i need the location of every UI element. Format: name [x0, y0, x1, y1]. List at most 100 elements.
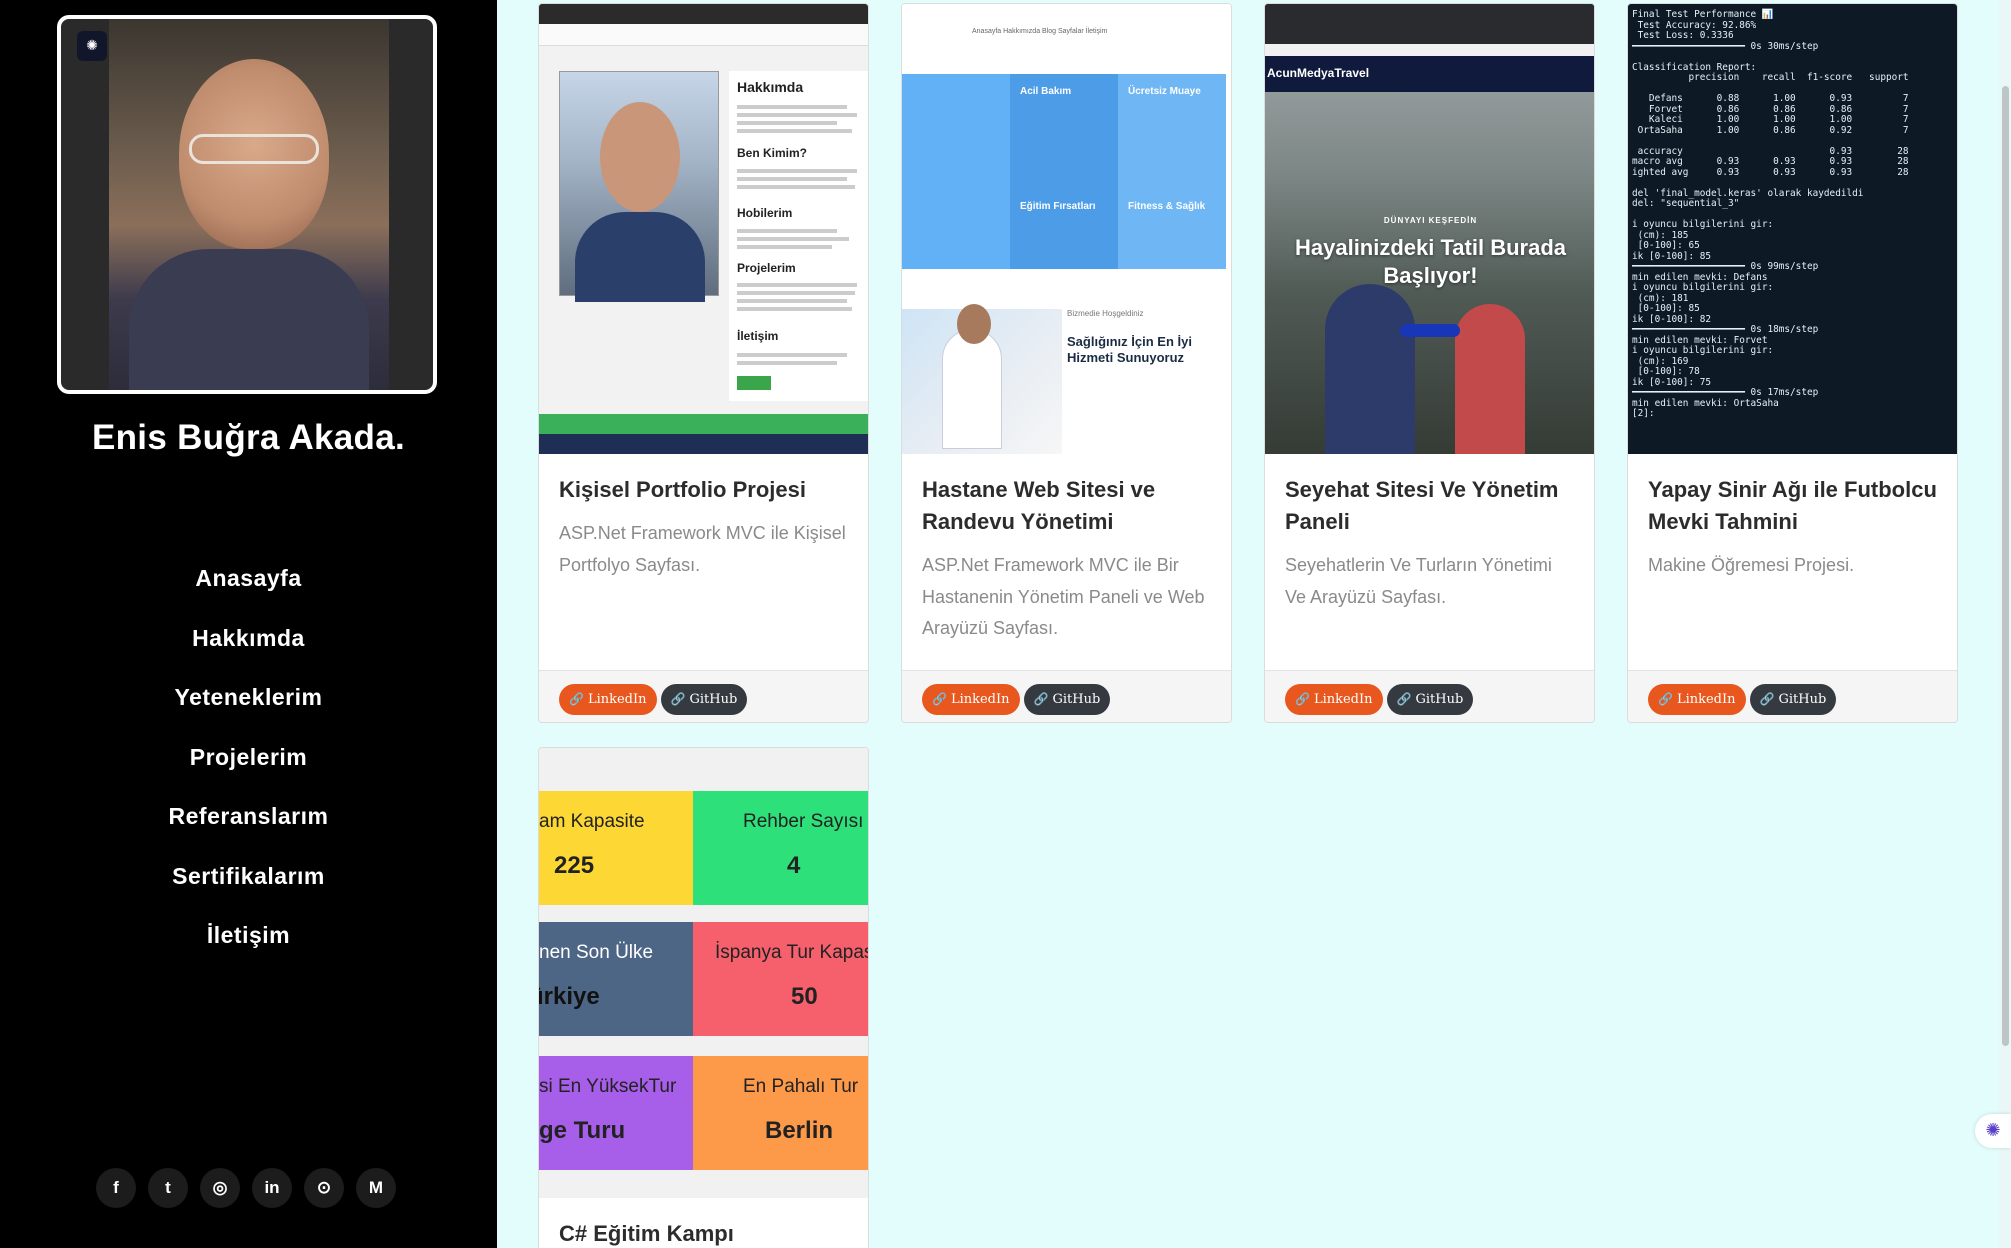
- stat-tile-value: 225: [554, 852, 595, 879]
- github-button-label: GitHub: [1415, 692, 1464, 707]
- main-nav: Anasayfa Hakkımda Yeteneklerim Projeleri…: [0, 558, 497, 975]
- thumb-service-title: Fitness & Sağlık: [1128, 201, 1206, 212]
- project-thumbnail[interactable]: am Kapasite 225 Rehber Sayısı 4 nen Son …: [539, 748, 868, 1198]
- thumb-brand: AcunMedyaTravel: [1267, 66, 1370, 80]
- project-card-body: C# Eğitim Kampı: [539, 1198, 868, 1248]
- linkedin-button[interactable]: 🔗 LinkedIn: [922, 684, 1020, 715]
- brain-icon[interactable]: ✺: [1975, 1114, 2011, 1148]
- project-card-footer: 🔗 LinkedIn 🔗 GitHub: [1265, 670, 1594, 722]
- profile-photo-frame: ✺: [57, 15, 437, 394]
- project-card-body: Hastane Web Sitesi ve Randevu Yönetimi A…: [902, 454, 1231, 670]
- project-description: ASP.Net Framework MVC ile Kişisel Portfo…: [559, 523, 846, 575]
- github-button[interactable]: 🔗 GitHub: [1749, 684, 1837, 715]
- scrollbar-thumb[interactable]: [2002, 86, 2009, 1046]
- project-card-travel: AcunMedyaTravel DÜNYAYI KEŞFEDİN Hayalin…: [1264, 3, 1595, 723]
- instagram-icon[interactable]: ◎: [200, 1168, 240, 1208]
- stat-tile-value: ge Turu: [539, 1117, 626, 1144]
- social-links: f t ◎ in ⊙ M: [96, 1168, 396, 1208]
- stat-tile-label: En Pahalı Tur: [743, 1076, 859, 1097]
- facebook-icon[interactable]: f: [96, 1168, 136, 1208]
- project-card-footer: 🔗 LinkedIn 🔗 GitHub: [1628, 670, 1957, 722]
- linkedin-button[interactable]: 🔗 LinkedIn: [1648, 684, 1746, 715]
- thumb-profile-photo: [559, 71, 719, 302]
- nav-link-anasayfa[interactable]: Anasayfa: [195, 565, 301, 591]
- linkedin-button-label: LinkedIn: [950, 692, 1010, 707]
- project-description: Seyehatlerin Ve Turların Yönetimi Ve Ara…: [1285, 555, 1552, 607]
- thumb-bookmarks-bar: [1265, 44, 1594, 56]
- nav-item-yeteneklerim: Yeteneklerim: [0, 677, 497, 737]
- stat-tile: En Pahalı Tur Berlin: [693, 1056, 868, 1170]
- brain-icon[interactable]: ✺: [77, 31, 107, 61]
- nav-item-referanslarim: Referanslarım: [0, 796, 497, 856]
- github-button[interactable]: 🔗 GitHub: [1386, 684, 1474, 715]
- stat-tile-label: nen Son Ülke: [539, 942, 654, 963]
- nav-item-iletisim: İletişim: [0, 915, 497, 975]
- project-thumbnail[interactable]: Hakkımda Ben Kimim? Hobilerim Projelerim…: [539, 4, 868, 454]
- thumb-heading: Hakkımda: [737, 79, 804, 95]
- project-card-footer: 🔗 LinkedIn 🔗 GitHub: [902, 670, 1231, 722]
- thumb-service-title: Eğitim Fırsatları: [1020, 201, 1096, 212]
- thumb-browser-bar: [1265, 4, 1594, 44]
- link-icon: 🔗: [1295, 692, 1310, 706]
- thumb-green-button: [737, 376, 771, 390]
- stat-tile: si En YüksekTur ge Turu: [539, 1056, 700, 1170]
- stat-tile: Rehber Sayısı 4: [693, 791, 868, 905]
- project-thumbnail[interactable]: AcunMedyaTravel DÜNYAYI KEŞFEDİN Hayalin…: [1265, 4, 1594, 454]
- github-button-label: GitHub: [1778, 692, 1827, 707]
- thumb-heading: İletişim: [737, 329, 779, 343]
- thumb-service-column: [902, 74, 1010, 269]
- linkedin-button[interactable]: 🔗 LinkedIn: [1285, 684, 1383, 715]
- stat-tile-value: 4: [787, 852, 801, 879]
- photo-shirt: [129, 249, 369, 390]
- nav-item-anasayfa: Anasayfa: [0, 558, 497, 618]
- project-title: Seyehat Sitesi Ve Yönetim Paneli: [1285, 477, 1559, 534]
- link-icon: 🔗: [1033, 692, 1049, 706]
- link-icon: 🔗: [1759, 692, 1775, 706]
- thumb-heading: Hobilerim: [737, 206, 793, 220]
- github-icon[interactable]: ⊙: [304, 1168, 344, 1208]
- linkedin-button[interactable]: 🔗 LinkedIn: [559, 684, 657, 715]
- nav-link-iletisim[interactable]: İletişim: [207, 922, 290, 948]
- author-name: Enis Buğra Akada.: [91, 418, 406, 457]
- stat-tile-value: ürkiye: [539, 983, 600, 1010]
- github-button[interactable]: 🔗 GitHub: [660, 684, 748, 715]
- link-icon: 🔗: [670, 692, 686, 706]
- nav-link-hakkimda[interactable]: Hakkımda: [192, 625, 305, 651]
- scrollbar-track[interactable]: [1999, 0, 2011, 1248]
- link-icon: 🔗: [1396, 692, 1412, 706]
- project-card-hospital: Anasayfa Hakkımızda Blog Sayfalar İletiş…: [901, 3, 1232, 723]
- thumb-service-title: Acil Bakım: [1020, 86, 1072, 97]
- project-card-csharp-camp: am Kapasite 225 Rehber Sayısı 4 nen Son …: [538, 747, 869, 1248]
- linkedin-icon[interactable]: in: [252, 1168, 292, 1208]
- linkedin-button-label: LinkedIn: [587, 692, 647, 707]
- thumb-about-panel: Hakkımda Ben Kimim? Hobilerim Projelerim…: [729, 71, 868, 401]
- project-card-body: Seyehat Sitesi Ve Yönetim Paneli Seyehat…: [1265, 454, 1594, 670]
- nav-item-projelerim: Projelerim: [0, 737, 497, 797]
- thumb-headline: Hayalinizdeki Tatil Burada Başlıyor!: [1294, 235, 1566, 288]
- medium-icon[interactable]: M: [356, 1168, 396, 1208]
- thumb-headline: Sağlığınız İçin En İyi Hizmeti Sunuyoruz: [1067, 334, 1192, 365]
- project-card-neural-net: Final Test Performance 📊 Test Accuracy: …: [1627, 3, 1958, 723]
- stat-tile: am Kapasite 225: [539, 791, 700, 905]
- project-card-body: Kişisel Portfolio Projesi ASP.Net Framew…: [539, 454, 868, 670]
- link-icon: 🔗: [569, 692, 584, 706]
- nav-link-projelerim[interactable]: Projelerim: [190, 744, 308, 770]
- thumb-nav-text: Anasayfa Hakkımızda Blog Sayfalar İletiş…: [972, 28, 1108, 35]
- project-thumbnail[interactable]: Anasayfa Hakkımızda Blog Sayfalar İletiş…: [902, 4, 1231, 454]
- link-icon: 🔗: [1658, 692, 1673, 706]
- nav-link-sertifikalarim[interactable]: Sertifikalarım: [172, 863, 325, 889]
- twitter-icon[interactable]: t: [148, 1168, 188, 1208]
- thumb-service-title: Ücretsiz Muaye: [1128, 86, 1201, 97]
- stat-tile-value: 50: [791, 983, 818, 1010]
- nav-link-yeteneklerim[interactable]: Yeteneklerim: [175, 684, 323, 710]
- thumb-hiker: [1455, 304, 1525, 454]
- stat-tile-label: am Kapasite: [539, 811, 645, 832]
- project-card-portfolio: Hakkımda Ben Kimim? Hobilerim Projelerim…: [538, 3, 869, 723]
- nav-link-referanslarim[interactable]: Referanslarım: [169, 803, 329, 829]
- project-description: Makine Öğremesi Projesi.: [1648, 555, 1855, 575]
- project-thumbnail[interactable]: Final Test Performance 📊 Test Accuracy: …: [1628, 4, 1957, 454]
- nav-item-sertifikalarim: Sertifikalarım: [0, 856, 497, 916]
- linkedin-button-label: LinkedIn: [1313, 692, 1373, 707]
- github-button-label: GitHub: [689, 692, 738, 707]
- github-button[interactable]: 🔗 GitHub: [1023, 684, 1111, 715]
